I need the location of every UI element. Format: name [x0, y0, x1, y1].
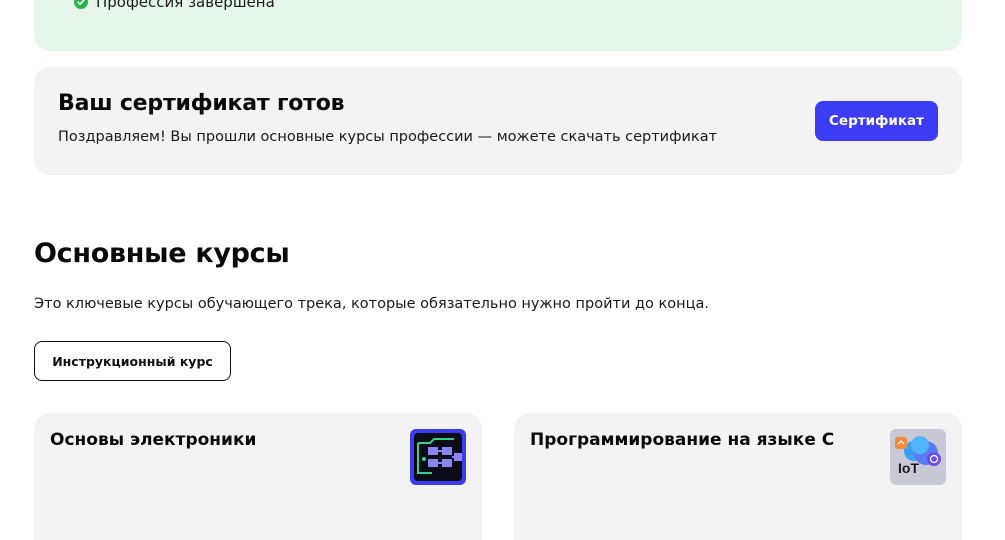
certificate-description: Поздравляем! Вы прошли основные курсы пр… — [58, 129, 718, 145]
iot-label: IoT — [898, 460, 919, 476]
certificate-button[interactable]: Сертификат — [815, 101, 938, 141]
course-title: Основы электроники — [50, 430, 257, 450]
certificate-title: Ваш сертификат готов — [58, 91, 345, 116]
main-courses-title: Основные курсы — [34, 238, 290, 269]
check-circle-icon — [74, 0, 88, 9]
main-courses-description: Это ключевые курсы обучающего трека, кот… — [34, 296, 709, 312]
course-card-c-programming[interactable]: Программирование на языке С IoT — [514, 413, 962, 540]
page: Профессия завершена Ваш сертификат готов… — [0, 0, 1005, 540]
course-card-electronics[interactable]: Основы электроники — [34, 413, 482, 540]
completed-status-row: Профессия завершена — [74, 0, 275, 11]
course-title: Программирование на языке С — [530, 430, 835, 450]
completed-status-text: Профессия завершена — [96, 0, 275, 11]
certificate-card: Ваш сертификат готов Поздравляем! Вы про… — [34, 67, 962, 175]
circuit-board-icon — [410, 429, 466, 485]
instruction-course-button[interactable]: Инструкционный курс — [34, 341, 231, 381]
profession-completed-banner: Профессия завершена — [34, 0, 962, 51]
iot-cloud-icon: IoT — [890, 429, 946, 485]
